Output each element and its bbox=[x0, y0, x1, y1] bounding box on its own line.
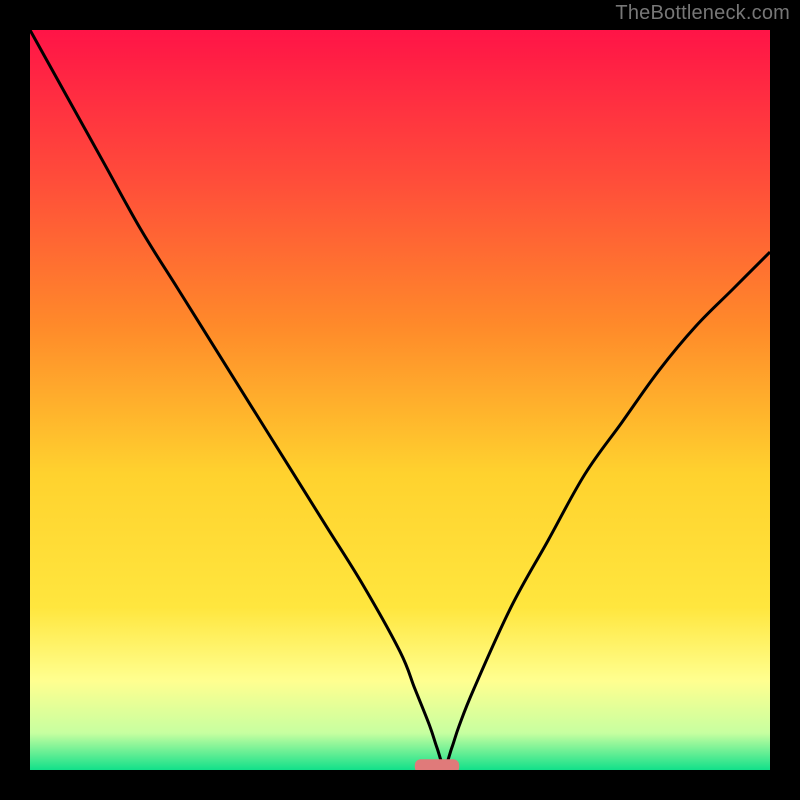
plot-area bbox=[30, 30, 770, 770]
chart-svg bbox=[30, 30, 770, 770]
gradient-background bbox=[30, 30, 770, 770]
chart-frame: TheBottleneck.com bbox=[0, 0, 800, 800]
watermark-label: TheBottleneck.com bbox=[615, 2, 790, 25]
optimal-marker bbox=[415, 759, 459, 770]
